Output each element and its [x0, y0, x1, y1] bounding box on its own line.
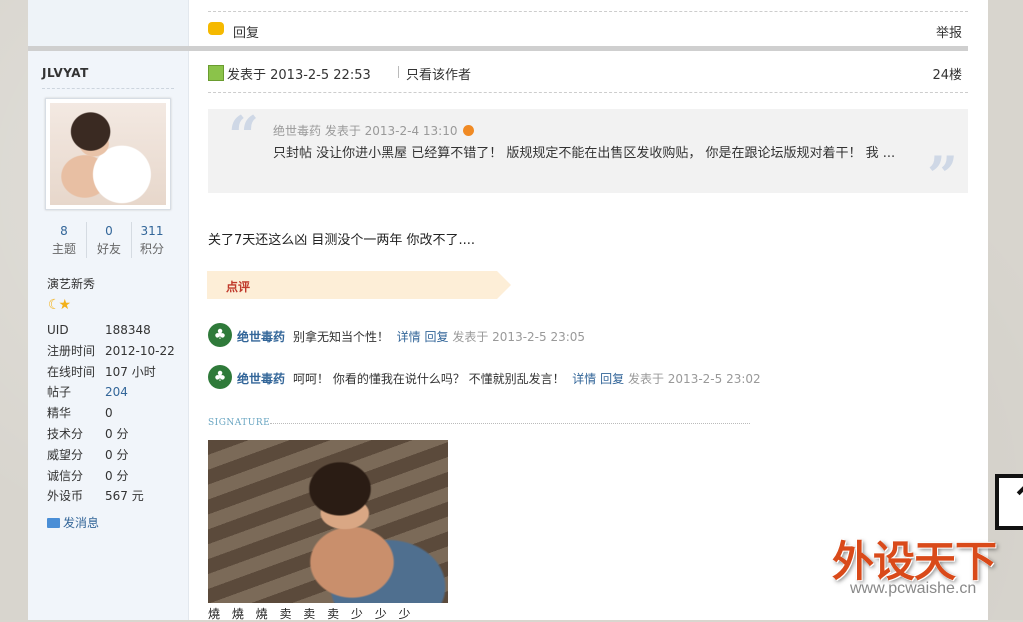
- online-status-icon: [208, 65, 224, 81]
- comments-header: 点评: [207, 271, 511, 299]
- avatar-image[interactable]: [50, 103, 166, 205]
- info-value: 2012-10-22: [105, 343, 175, 358]
- comment-user[interactable]: 绝世毒药: [237, 328, 285, 345]
- signature-text: 燒 燒 燒 卖 卖 卖 少 少 少: [208, 607, 415, 621]
- open-quote-icon: “: [228, 104, 260, 168]
- author-info: UID 188348 注册时间 2012-10-22 在线时间 107 小时 帖子 20…: [47, 320, 187, 507]
- quote-block: “ 绝世毒药 发表于 2013-2-4 13:10 只封帖 没让你进小黑屋 已经…: [208, 104, 968, 203]
- comment-text: 别拿无知当个性！: [293, 330, 390, 344]
- envelope-icon: [47, 518, 60, 528]
- info-value: 0 分: [105, 468, 129, 483]
- info-key: 注册时间: [47, 343, 96, 358]
- info-value: 0: [105, 406, 113, 421]
- comment-reply-link[interactable]: 回复: [425, 330, 449, 344]
- info-value: 107 小时: [105, 364, 156, 379]
- info-row: 技术分 0 分: [47, 424, 187, 445]
- quote-header: 绝世毒药 发表于 2013-2-4 13:10: [273, 122, 475, 139]
- send-message-label[interactable]: 发消息: [63, 516, 99, 530]
- info-value: 567 元: [105, 489, 144, 504]
- info-row: 威望分 0 分: [47, 445, 187, 466]
- author-name[interactable]: JLVYAT: [42, 66, 89, 80]
- comment-item: ♣ 绝世毒药 呵呵！ 你看的懂我在说什么吗？ 不懂就别乱发言！ 详情 回复 发表…: [208, 365, 968, 391]
- user-avatar-icon[interactable]: ♣: [208, 323, 232, 347]
- jump-to-post-icon[interactable]: [463, 125, 475, 136]
- comment-body: 呵呵！ 你看的懂我在说什么吗？ 不懂就别乱发言！ 详情 回复 发表于 2013-…: [293, 370, 761, 387]
- info-row: 帖子 204: [47, 382, 187, 403]
- post-content: 关了7天还这么凶 目测没个一两年 你改不了....: [208, 233, 476, 248]
- close-quote-icon: ”: [926, 144, 958, 208]
- comment-detail-link[interactable]: 详情: [397, 330, 421, 344]
- stat-friends-label[interactable]: 好友: [87, 240, 131, 258]
- post-separator: [28, 46, 968, 51]
- watermark-url: www.pcwaishe.cn: [850, 580, 977, 597]
- comment-body: 别拿无知当个性！ 详情 回复 发表于 2013-2-5 23:05: [293, 328, 585, 345]
- comment-text: 呵呵！ 你看的懂我在说什么吗？ 不懂就别乱发言！: [293, 372, 565, 386]
- quote-header-text: 绝世毒药 发表于 2013-2-4 13:10: [273, 124, 458, 138]
- avatar[interactable]: [45, 98, 171, 210]
- reply-bubble-icon: [208, 22, 224, 35]
- info-key: 威望分: [47, 447, 84, 462]
- floor-number[interactable]: 24楼: [932, 64, 962, 83]
- comment-reply-link[interactable]: 回复: [600, 372, 624, 386]
- posts-count-link[interactable]: 204: [105, 382, 128, 403]
- author-stats: 8 主题 0 好友 311 积分: [42, 222, 174, 262]
- report-button[interactable]: 举报: [936, 22, 962, 41]
- rank-moon-star-icon: ☾★: [48, 297, 71, 313]
- stat-friends-num[interactable]: 0: [87, 222, 131, 240]
- stat-points[interactable]: 311 积分: [130, 222, 174, 258]
- comment-item: ♣ 绝世毒药 别拿无知当个性！ 详情 回复 发表于 2013-2-5 23:05: [208, 323, 968, 349]
- info-row: 外设币 567 元: [47, 486, 187, 507]
- stat-threads-label[interactable]: 主题: [42, 240, 86, 258]
- info-row: 在线时间 107 小时: [47, 362, 187, 383]
- divider: [208, 11, 968, 12]
- author-sidebar: JLVYAT 8 主题 0 好友 311 积分 演艺新秀 ☾★ UID 18834…: [28, 0, 189, 620]
- back-to-top-button[interactable]: ↑: [995, 474, 1023, 530]
- arrow-up-icon: ↑: [1009, 476, 1023, 526]
- prev-post-actions: 回复 举报: [208, 20, 968, 41]
- info-key: 技术分: [47, 426, 84, 441]
- comment-user[interactable]: 绝世毒药: [237, 370, 285, 387]
- stat-threads[interactable]: 8 主题: [42, 222, 86, 258]
- stat-points-num[interactable]: 311: [130, 222, 174, 240]
- name-divider: [42, 88, 174, 89]
- comment-time: 发表于 2013-2-5 23:05: [452, 330, 586, 344]
- comments-label: 点评: [226, 280, 251, 294]
- meta-separator: [398, 66, 399, 78]
- info-key: 外设币: [47, 489, 84, 504]
- reply-button[interactable]: 回复: [233, 22, 259, 41]
- user-avatar-icon[interactable]: ♣: [208, 365, 232, 389]
- info-key: 在线时间: [47, 364, 96, 379]
- info-key: 诚信分: [47, 468, 84, 483]
- quote-body: 只封帖 没让你进小黑屋 已经算不错了！ 版规规定不能在出售区发收购贴， 你是在跟…: [273, 146, 896, 161]
- comment-time: 发表于 2013-2-5 23:02: [627, 372, 761, 386]
- post-time: 发表于 2013-2-5 22:53: [227, 68, 371, 83]
- stat-friends[interactable]: 0 好友: [86, 222, 132, 258]
- post-main: 回复 举报 发表于 2013-2-5 22:53 只看该作者 24楼 “ 绝世毒…: [28, 0, 968, 621]
- info-key: 精华: [47, 406, 72, 421]
- info-value: 0 分: [105, 447, 129, 462]
- user-group[interactable]: 演艺新秀: [47, 275, 95, 292]
- divider: [208, 92, 968, 93]
- info-key: 帖子: [47, 385, 72, 400]
- stat-threads-num[interactable]: 8: [42, 222, 86, 240]
- info-key: UID: [47, 323, 69, 337]
- comment-detail-link[interactable]: 详情: [572, 372, 596, 386]
- prev-sidebar-tail: [28, 0, 188, 46]
- send-message-button[interactable]: 发消息: [47, 514, 99, 531]
- info-row: 诚信分 0 分: [47, 466, 187, 487]
- signature-label: SIGNATURE: [208, 418, 271, 428]
- post-meta: 发表于 2013-2-5 22:53 只看该作者 24楼: [208, 62, 968, 83]
- info-row: UID 188348: [47, 320, 187, 341]
- info-row: 精华 0: [47, 403, 187, 424]
- stat-points-label[interactable]: 积分: [130, 240, 174, 258]
- post-frame: JLVYAT 8 主题 0 好友 311 积分 演艺新秀 ☾★ UID 18834…: [28, 0, 988, 621]
- info-value: 0 分: [105, 426, 129, 441]
- info-row: 注册时间 2012-10-22: [47, 341, 187, 362]
- signature-divider: [270, 423, 750, 424]
- only-author-link[interactable]: 只看该作者: [406, 64, 471, 83]
- signature-image[interactable]: [208, 440, 448, 603]
- info-value: 188348: [105, 323, 151, 337]
